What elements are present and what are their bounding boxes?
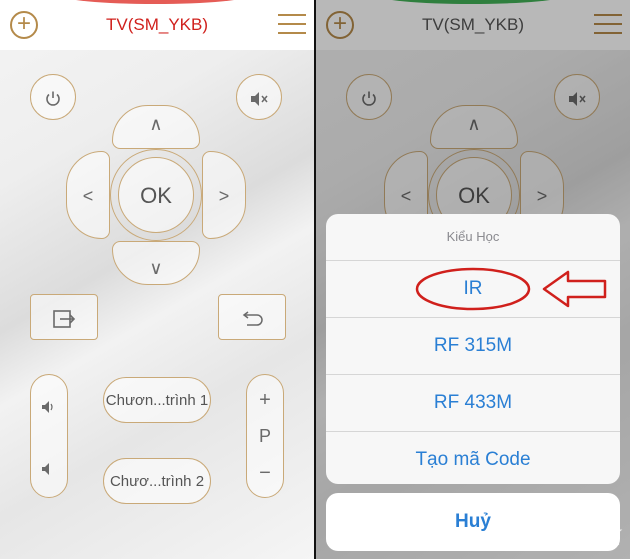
ok-button[interactable]: OK: [118, 157, 194, 233]
program-2-button[interactable]: Chươ...trình 2: [103, 458, 211, 504]
up-arrow-icon: ∧: [149, 114, 163, 134]
learning-mode-sheet: Kiểu Học IR RF 315M RF 433M Tạo mã Code: [326, 214, 620, 484]
volume-up-icon: [42, 401, 53, 414]
annotation-arrow-icon: [542, 270, 607, 308]
channel-label: P: [258, 426, 271, 446]
return-button[interactable]: [218, 294, 286, 340]
down-arrow-icon: ∨: [149, 258, 163, 278]
program-1-button[interactable]: Chươn...trình 1: [103, 377, 211, 423]
menu-icon[interactable]: [278, 12, 306, 36]
dpad-right-button[interactable]: >: [202, 151, 246, 239]
channel-down-button[interactable]: −: [247, 453, 283, 497]
volume-down-icon: [42, 463, 49, 476]
right-arrow-icon: >: [218, 186, 230, 206]
dpad-left-button[interactable]: <: [66, 151, 110, 239]
left-arrow-icon: <: [82, 186, 94, 206]
channel-rocker: + P −: [246, 374, 284, 498]
dpad-down-button[interactable]: ∨: [112, 241, 200, 285]
header-glow: [60, 0, 250, 4]
volume-rocker: [30, 374, 68, 498]
channel-up-button[interactable]: +: [247, 375, 283, 419]
remote-screen-right: + TV(SM_YKB) ∧ < > OK Kiểu Học IR RF 315…: [316, 0, 630, 559]
option-create-code[interactable]: Tạo mã Code: [326, 432, 620, 484]
remote-screen-left: + TV(SM_YKB) ∧ ∨ < > OK Chươn...trình 1 …: [0, 0, 314, 559]
dpad-up-button[interactable]: ∧: [112, 105, 200, 149]
return-icon: [242, 311, 263, 326]
option-rf433[interactable]: RF 433M: [326, 375, 620, 432]
mute-icon: [251, 92, 268, 107]
device-title: TV(SM_YKB): [105, 15, 209, 34]
option-rf315[interactable]: RF 315M: [326, 318, 620, 375]
power-icon: [46, 91, 60, 106]
watermark-logo: GENK: [554, 525, 622, 550]
volume-up-button[interactable]: [31, 375, 67, 437]
option-ir[interactable]: IR: [326, 261, 620, 318]
volume-down-button[interactable]: [31, 437, 67, 499]
input-source-icon: [53, 309, 76, 328]
sheet-title: Kiểu Học: [326, 214, 620, 261]
highlight-ellipse: [415, 267, 531, 311]
input-source-button[interactable]: [30, 294, 98, 340]
header-bar: + TV(SM_YKB): [0, 0, 314, 50]
dpad: ∧ ∨ < > OK: [66, 105, 246, 285]
